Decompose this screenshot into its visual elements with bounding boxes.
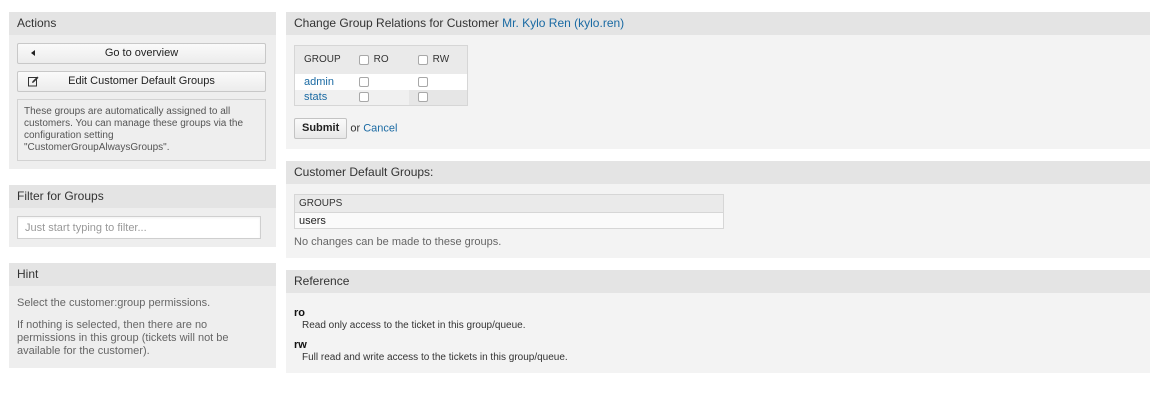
column-rw-label: RW: [432, 54, 450, 66]
ro-checkbox-stats[interactable]: [358, 92, 369, 103]
select-all-rw-checkbox[interactable]: [417, 54, 428, 65]
group-link-admin[interactable]: admin: [304, 76, 334, 88]
relations-title-prefix: Change Group Relations for Customer: [294, 16, 499, 30]
reference-title: Reference: [286, 270, 1150, 293]
rw-checkbox-stats[interactable]: [417, 92, 428, 103]
form-actions: Submit or Cancel: [294, 118, 1142, 139]
default-groups-widget: Customer Default Groups: GROUPS users No…: [286, 161, 1150, 258]
relations-header-row: GROUP RO RW: [295, 46, 468, 74]
reference-list: ro Read only access to the ticket in thi…: [294, 307, 1142, 363]
relations-widget: Change Group Relations for Customer Mr. …: [286, 12, 1150, 149]
column-rw: RW: [409, 46, 468, 74]
edit-customer-default-groups-button[interactable]: Edit Customer Default Groups: [17, 71, 266, 92]
edit-icon: [26, 72, 40, 94]
column-group: GROUP: [304, 54, 341, 66]
default-groups-table: GROUPS users: [294, 194, 724, 229]
rw-checkbox-admin[interactable]: [417, 76, 428, 87]
submit-button[interactable]: Submit: [294, 118, 348, 139]
ro-checkbox-admin[interactable]: [358, 76, 369, 87]
cancel-link[interactable]: Cancel: [363, 122, 397, 134]
reference-term-ro: ro: [294, 307, 305, 319]
main-content: Change Group Relations for Customer Mr. …: [286, 12, 1150, 385]
relations-title: Change Group Relations for Customer Mr. …: [286, 12, 1150, 35]
group-link-stats[interactable]: stats: [304, 91, 327, 103]
default-groups-note: No changes can be made to these groups.: [294, 236, 502, 248]
hint-title: Hint: [9, 263, 276, 286]
sidebar: Actions Go to overview Edit Customer Def…: [9, 12, 276, 384]
select-all-ro-checkbox[interactable]: [358, 54, 369, 65]
or-text: or: [350, 122, 361, 135]
arrow-left-icon: [26, 44, 40, 63]
edit-customer-default-groups-label: Edit Customer Default Groups: [68, 75, 215, 87]
reference-desc-ro: Read only access to the ticket in this g…: [302, 320, 526, 331]
group-filter-input[interactable]: [17, 216, 261, 239]
go-to-overview-label: Go to overview: [104, 47, 179, 59]
actions-title: Actions: [9, 12, 276, 35]
hint-box: Hint Select the customer:group permissio…: [9, 263, 276, 368]
default-groups-title: Customer Default Groups:: [286, 161, 1150, 184]
column-ro: RO: [350, 46, 409, 74]
default-group-users: users: [294, 212, 724, 229]
table-row: admin: [294, 73, 468, 90]
column-groups: GROUPS: [294, 194, 724, 213]
hint-text-1: Select the customer:group permissions.: [17, 297, 211, 309]
reference-term-rw: rw: [294, 339, 307, 351]
hint-text-2: If nothing is selected, then there are n…: [17, 319, 229, 357]
default-groups-note: These groups are automatically assigned …: [17, 99, 266, 161]
go-to-overview-button[interactable]: Go to overview: [17, 43, 266, 64]
actions-box: Actions Go to overview Edit Customer Def…: [9, 12, 276, 169]
column-ro-label: RO: [373, 54, 389, 66]
relations-table: GROUP RO RW admin stats: [294, 45, 469, 106]
table-row: users: [294, 212, 724, 229]
filter-box: Filter for Groups: [9, 185, 276, 247]
customer-link[interactable]: Mr. Kylo Ren (kylo.ren): [502, 16, 624, 30]
reference-widget: Reference ro Read only access to the tic…: [286, 270, 1150, 373]
table-row: stats: [294, 89, 468, 106]
reference-desc-rw: Full read and write access to the ticket…: [302, 352, 568, 363]
filter-title: Filter for Groups: [9, 185, 276, 208]
